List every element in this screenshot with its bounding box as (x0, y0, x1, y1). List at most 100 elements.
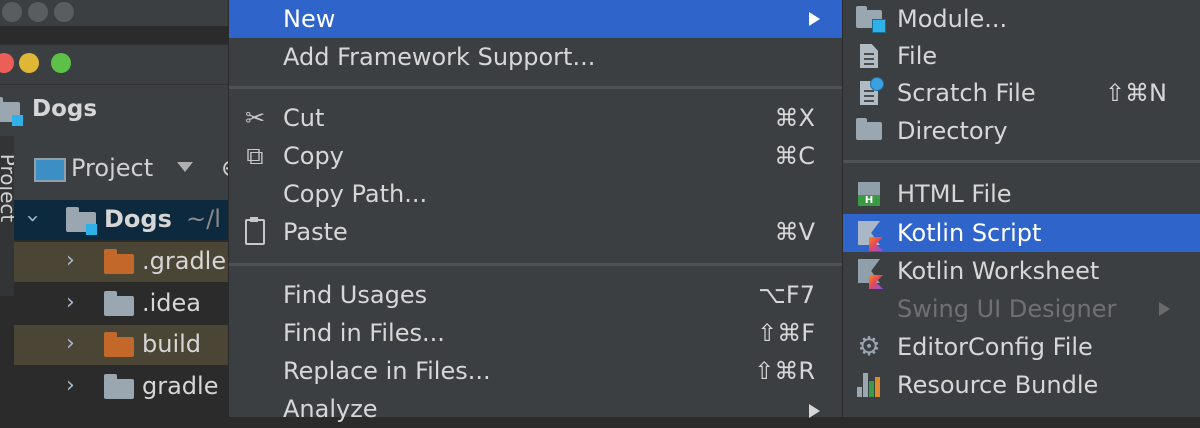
window-control-dot (2, 2, 22, 22)
breadcrumb-project-name[interactable]: Dogs (32, 96, 97, 122)
menu-item-label: Scratch File (897, 79, 1036, 107)
copy-icon: ⧉ (246, 142, 264, 170)
menu-item-label: Resource Bundle (897, 371, 1099, 399)
menu-item-label: Paste (283, 218, 348, 246)
chevron-expanded-icon[interactable]: › (20, 214, 45, 223)
paste-icon (239, 217, 271, 245)
module-badge-icon (86, 224, 97, 235)
menu-item-label: HTML File (897, 180, 1012, 208)
kotlin-script-icon (853, 220, 885, 251)
context-menu: New Add Framework Support... ✂ Cut ⌘X ⧉ … (228, 0, 843, 423)
menu-item-shortcut: ⌥F7 (758, 281, 815, 309)
resource-bundle-icon (853, 372, 885, 398)
menu-item-add-framework-support[interactable]: Add Framework Support... (229, 38, 843, 76)
scissors-icon: ✂ (244, 104, 266, 132)
chevron-right-icon[interactable]: › (66, 373, 75, 398)
chevron-right-icon[interactable]: › (66, 331, 75, 356)
mac-top-bar (0, 0, 240, 26)
tree-row[interactable]: › .gradle (14, 242, 240, 282)
menu-item-analyze[interactable]: Analyze (229, 390, 843, 428)
menu-item-label: Kotlin Script (897, 219, 1042, 247)
tree-row[interactable]: › build (14, 325, 240, 365)
menu-item-shortcut: ⌘C (774, 142, 815, 170)
tree-row-root[interactable]: › Dogs ~/l (14, 200, 240, 240)
menu-item-shortcut: ⌘X (774, 104, 815, 132)
submenu-arrow-icon (809, 404, 820, 418)
menu-item-cut[interactable]: ✂ Cut ⌘X (229, 99, 843, 137)
submenu-arrow-icon (1159, 302, 1170, 316)
menu-item-label: New (283, 5, 336, 33)
submenu-item-kotlin-worksheet[interactable]: Kotlin Worksheet (843, 252, 1200, 290)
menu-item-label: Kotlin Worksheet (897, 257, 1100, 285)
tree-item-name: gradle (142, 372, 219, 400)
folder-icon (104, 374, 134, 399)
module-badge-icon (12, 115, 23, 126)
menu-item-label: Copy Path... (283, 180, 428, 208)
tree-item-name: build (142, 330, 202, 358)
minimize-window-button[interactable] (19, 53, 39, 73)
menu-item-find-usages[interactable]: Find Usages ⌥F7 (229, 276, 843, 314)
menu-item-replace-in-files[interactable]: Replace in Files... ⇧⌘R (229, 352, 843, 390)
menu-item-label: Replace in Files... (283, 357, 491, 385)
submenu-item-file[interactable]: File (843, 37, 1200, 75)
menu-separator (229, 86, 843, 89)
scratch-file-icon (853, 77, 885, 106)
menu-item-label: Find Usages (283, 281, 428, 309)
menu-item-label: Directory (897, 117, 1008, 145)
project-tool-window-header: Project ⊕ (14, 136, 241, 200)
module-folder-icon (853, 6, 886, 33)
menu-item-label: Module... (897, 5, 1008, 33)
chevron-right-icon[interactable]: › (66, 290, 75, 315)
tree-item-name: .gradle (142, 247, 227, 275)
tree-row[interactable]: › .idea (14, 284, 240, 324)
project-view-selector[interactable]: Project (71, 154, 153, 182)
submenu-item-module[interactable]: Module... (843, 0, 1200, 38)
new-submenu: Module... File Scratch File ⇧⌘N Director… (842, 0, 1200, 417)
menu-item-label: Find in Files... (283, 319, 445, 347)
submenu-item-swing-ui-designer[interactable]: Swing UI Designer (843, 290, 1200, 328)
kotlin-worksheet-icon (853, 258, 885, 289)
submenu-arrow-icon (809, 12, 820, 26)
window-control-dot (28, 2, 48, 22)
menu-item-label: Add Framework Support... (283, 43, 596, 71)
menu-item-label: Cut (283, 104, 325, 132)
submenu-item-html-file[interactable]: H HTML File (843, 175, 1200, 213)
menu-item-label: File (897, 42, 938, 70)
submenu-item-scratch-file[interactable]: Scratch File ⇧⌘N (843, 74, 1200, 112)
menu-item-copy[interactable]: ⧉ Copy ⌘C (229, 137, 843, 175)
menu-item-new[interactable]: New (229, 0, 843, 38)
submenu-item-editorconfig-file[interactable]: ⚙ EditorConfig File (843, 328, 1200, 366)
menu-separator (229, 263, 843, 266)
menu-item-copy-path[interactable]: Copy Path... (229, 175, 843, 213)
menu-item-find-in-files[interactable]: Find in Files... ⇧⌘F (229, 314, 843, 352)
menu-item-shortcut: ⇧⌘N (1104, 79, 1167, 107)
menu-item-paste[interactable]: Paste ⌘V (229, 213, 843, 251)
navigation-bar: Dogs (0, 84, 240, 137)
html-file-icon: H (853, 181, 885, 207)
tree-item-name: .idea (142, 289, 202, 317)
tree-root-name: Dogs (104, 205, 172, 233)
folder-icon (104, 291, 134, 316)
project-side-tab[interactable]: Project (0, 136, 20, 296)
submenu-item-kotlin-script[interactable]: Kotlin Script (843, 214, 1200, 252)
menu-item-label: Analyze (283, 395, 378, 423)
menu-item-shortcut: ⇧⌘F (757, 319, 815, 347)
submenu-item-directory[interactable]: Directory (843, 112, 1200, 150)
folder-icon (104, 332, 134, 357)
folder-icon (104, 249, 134, 274)
folder-icon (853, 118, 885, 144)
gear-icon: ⚙ (857, 332, 881, 362)
tree-row[interactable]: › gradle (14, 367, 240, 407)
menu-separator (843, 160, 1200, 163)
chevron-down-icon[interactable] (177, 162, 193, 172)
zoom-window-button[interactable] (51, 53, 71, 73)
project-view-icon (34, 158, 66, 182)
tree-root-path: ~/l (186, 205, 221, 233)
chevron-right-icon[interactable]: › (66, 248, 75, 273)
menu-item-label: Swing UI Designer (897, 295, 1117, 323)
menu-item-shortcut: ⌘V (774, 218, 815, 246)
menu-item-label: EditorConfig File (897, 333, 1093, 361)
submenu-item-resource-bundle[interactable]: Resource Bundle (843, 366, 1200, 404)
menu-item-label: Copy (283, 142, 344, 170)
window-control-dot (54, 2, 74, 22)
